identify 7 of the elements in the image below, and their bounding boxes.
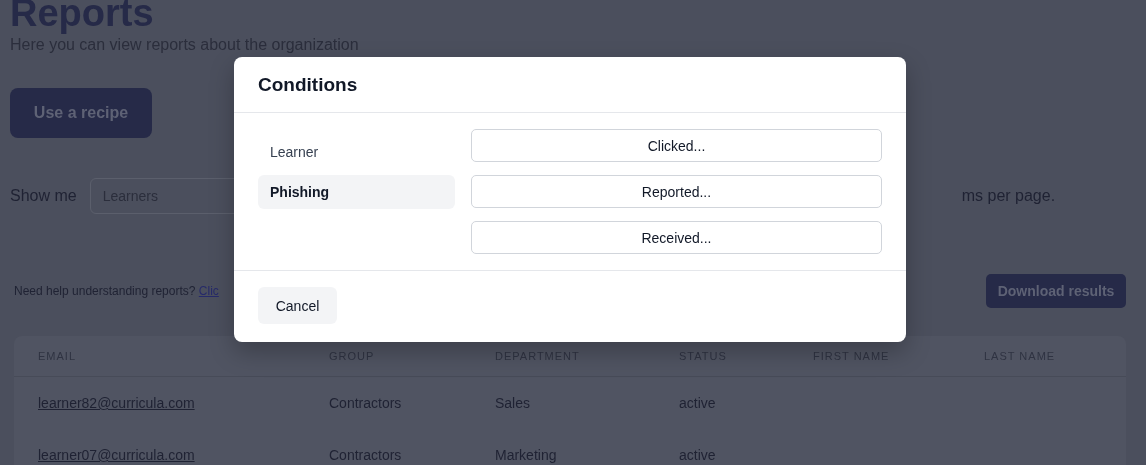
category-item[interactable]: Learner [258,135,455,169]
category-item[interactable]: Phishing [258,175,455,209]
condition-option-button[interactable]: Clicked... [471,129,882,162]
dialog-title: Conditions [258,73,358,96]
condition-option-button[interactable]: Received... [471,221,882,254]
condition-option-button[interactable]: Reported... [471,175,882,208]
cancel-button[interactable]: Cancel [258,287,337,324]
